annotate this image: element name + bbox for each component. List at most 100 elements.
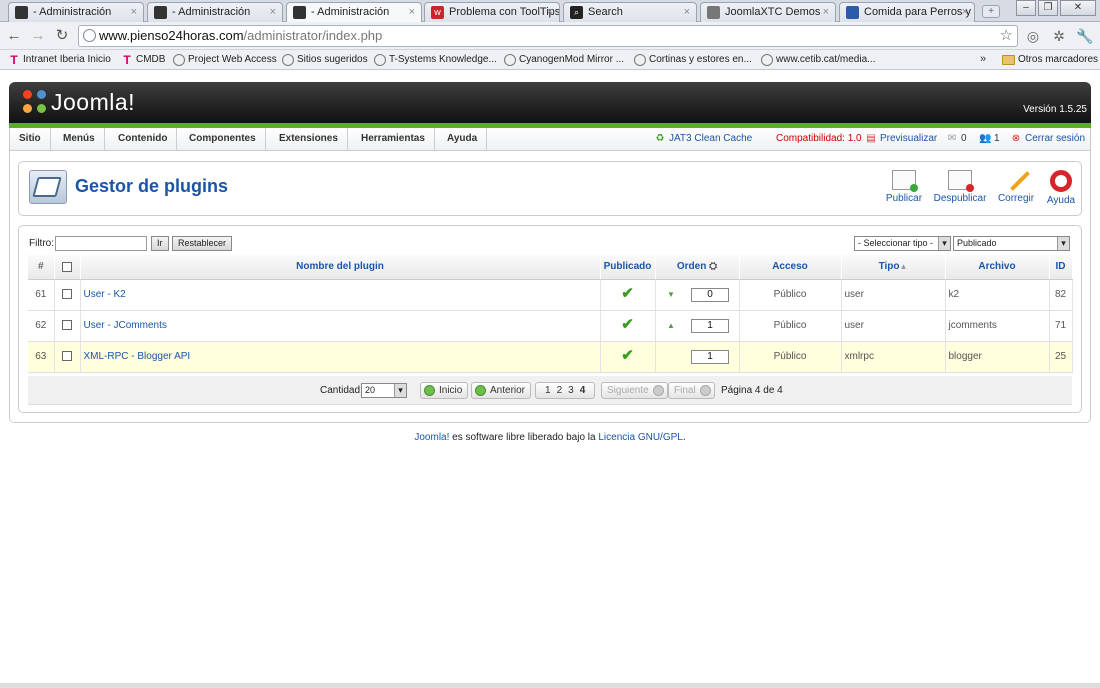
move-up-icon[interactable]: ▲ [665,321,677,330]
wrench-icon[interactable]: 🔧 [1076,27,1094,45]
order-input[interactable]: 1 [691,349,729,364]
extension-globe-icon[interactable]: ◎ [1024,27,1042,45]
table-row[interactable]: 62 User - JComments ✔ ▲ 1 Público user jcomment… [28,310,1073,342]
filter-reset-button[interactable]: Restablecer [172,236,233,251]
tab-close-icon[interactable]: × [409,3,415,21]
tab-close-icon[interactable]: × [823,3,829,21]
bookmark-item-7[interactable]: www.cetib.cat/media... [761,53,875,67]
browser-tab-6[interactable]: Comida para Perros y G × [839,2,975,22]
clean-cache-link[interactable]: ♻ JAT3 Clean Cache [654,133,753,145]
tab-close-icon[interactable]: × [684,3,690,21]
tab-close-icon[interactable]: × [547,3,553,21]
row-checkbox-cell[interactable] [54,341,81,373]
license-link[interactable]: Licencia GNU/GPL [598,432,682,443]
browser-tab-0[interactable]: - Administración × [8,2,144,22]
menu-item-5[interactable]: Herramientas [352,128,435,150]
bookmark-label: CMDB [136,54,166,65]
save-order-icon[interactable]: ⛭ [709,261,717,272]
browser-tab-2[interactable]: - Administración × [286,2,422,22]
row-checkbox-cell[interactable] [54,310,81,342]
col-name[interactable]: Nombre del plugin [80,255,601,280]
close-window-button[interactable]: ✕ [1060,0,1096,16]
col-file[interactable]: Archivo [945,255,1050,280]
bookmark-item-1[interactable]: T CMDB [121,53,165,67]
access-link[interactable]: Público [774,320,807,331]
menu-item-0[interactable]: Sitio [10,128,51,150]
plugin-name-link[interactable]: XML-RPC - Blogger API [84,351,191,362]
joomla-link[interactable]: Joomla! [414,432,449,443]
page-number-1[interactable]: 1 [542,385,554,396]
row-checkbox-cell[interactable] [54,279,81,311]
browser-tab-1[interactable]: - Administración × [147,2,283,22]
filter-input[interactable] [55,236,147,251]
bookmark-item-4[interactable]: T-Systems Knowledge... [374,53,497,67]
help-button[interactable]: Ayuda [1039,168,1083,212]
menu-item-1[interactable]: Menús [54,128,105,150]
forward-icon[interactable]: → [28,26,48,46]
plugin-name-link[interactable]: User - JComments [84,320,167,331]
browser-tab-4[interactable]: ⌕ Search × [563,2,697,22]
col-order[interactable]: Orden ⛭ [655,255,740,280]
bookmark-item-3[interactable]: Sitios sugeridos [282,53,368,67]
col-published[interactable]: Publicado [600,255,656,280]
bookmark-item-0[interactable]: T Intranet Iberia Inicio [8,53,111,67]
table-row[interactable]: 61 User - K2 ✔ ▼ 0 Público user k2 82 [28,279,1073,311]
menu-item-6[interactable]: Ayuda [438,128,488,150]
published-check-icon[interactable]: ✔ [621,285,634,302]
published-check-icon[interactable]: ✔ [621,316,634,333]
plugin-name-link[interactable]: User - K2 [84,289,126,300]
col-select-all[interactable] [54,255,81,280]
maximize-button[interactable]: ❐ [1038,0,1058,16]
row-checkbox[interactable] [62,289,72,300]
tab-close-icon[interactable]: × [962,3,968,21]
address-bar[interactable]: www.pienso24horas.com/administrator/inde… [78,25,1018,47]
extension-bug-icon[interactable]: ✲ [1050,27,1068,45]
menu-item-2[interactable]: Contenido [109,128,178,150]
access-link[interactable]: Público [774,289,807,300]
minimize-button[interactable]: – [1016,0,1036,16]
more-bookmarks-button[interactable]: » [980,53,986,65]
col-access[interactable]: Acceso [739,255,842,280]
select-all-checkbox[interactable] [62,261,72,272]
messages-count[interactable]: ✉ 0 [946,133,967,145]
col-id[interactable]: ID [1049,255,1073,280]
edit-button[interactable]: Corregir [991,168,1041,212]
page-number-3[interactable]: 3 [565,385,577,396]
move-down-icon[interactable]: ▼ [665,290,677,299]
order-input[interactable]: 1 [691,318,729,333]
published-check-icon[interactable]: ✔ [621,347,634,364]
logout-link[interactable]: ⊗ Cerrar sesión [1010,133,1085,145]
filter-go-button[interactable]: Ir [151,236,169,251]
other-bookmarks[interactable]: Otros marcadores [1018,53,1098,67]
type-select[interactable]: - Seleccionar tipo - [854,236,951,251]
browser-tab-5[interactable]: JoomlaXTC Demos × [700,2,836,22]
menu-item-3[interactable]: Componentes [180,128,266,150]
order-input[interactable]: 0 [691,287,729,302]
preview-link[interactable]: ▤ Previsualizar [865,133,937,145]
bookmark-item-2[interactable]: Project Web Access [173,53,277,67]
state-select[interactable]: Publicado [953,236,1070,251]
previous-page-button[interactable]: Anterior [471,382,532,399]
page-number-2[interactable]: 2 [554,385,566,396]
tab-close-icon[interactable]: × [131,3,137,21]
start-page-button[interactable]: Inicio [420,382,469,399]
menu-item-4[interactable]: Extensiones [270,128,348,150]
publish-button[interactable]: Publicar [879,168,929,212]
back-icon[interactable]: ← [4,26,24,46]
row-checkbox[interactable] [62,320,72,331]
tab-close-icon[interactable]: × [270,3,276,21]
bookmark-item-6[interactable]: Cortinas y estores en... [634,53,752,67]
new-tab-button[interactable]: + [982,5,1000,18]
reload-icon[interactable]: ↻ [52,26,72,46]
bookmark-star-icon[interactable]: ☆ [1000,26,1013,46]
table-row[interactable]: 63 XML-RPC - Blogger API ✔ 1 Público xmlrpc bl… [28,341,1073,373]
t-icon: T [10,53,18,67]
unpublish-button[interactable]: Despublicar [930,168,990,212]
quantity-select[interactable]: 20 [361,383,407,398]
row-checkbox[interactable] [62,351,72,362]
bookmark-item-5[interactable]: CyanogenMod Mirror ... [504,53,624,67]
bookmark-label: Cortinas y estores en... [649,54,752,65]
access-link[interactable]: Público [774,351,807,362]
browser-tab-3[interactable]: w Problema con ToolTips (× [424,2,560,22]
col-type[interactable]: Tipo▲ [841,255,946,280]
